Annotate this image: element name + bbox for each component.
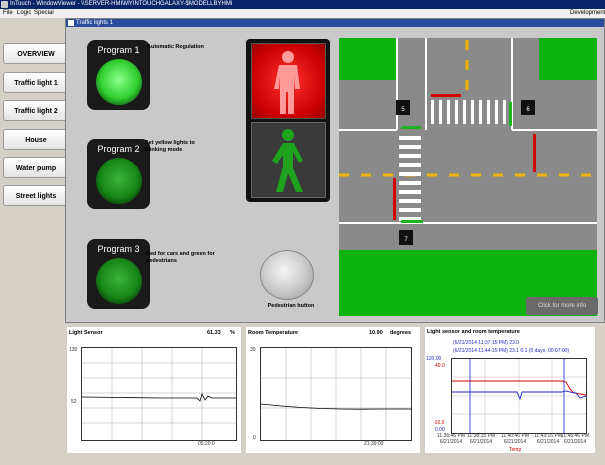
room-plot [260, 347, 412, 441]
combined-xtick-4: 11:43:15 PM 6/21/2014 [534, 433, 562, 445]
pedestrian-standing-icon [274, 51, 300, 114]
room-temperature-unit: degrees [390, 330, 412, 336]
light-series [81, 348, 236, 440]
nav-water-pump-button[interactable]: Water pump [3, 157, 69, 178]
title-bar: InTouch - WindowViewer - \\SERVER-HMI\MY… [0, 0, 605, 9]
combined-cursor-1: (6/21/2014 11:37:15 PM) 23.0 [453, 340, 520, 346]
panel-title: Traffic lights 1 [76, 20, 114, 26]
light-y-mid: 52 [71, 399, 77, 405]
combined-title: Light sensor and room temperature [427, 329, 520, 335]
program-2-lamp [96, 158, 142, 204]
light-sensor-unit: % [230, 330, 235, 336]
program-1-lamp [96, 59, 142, 105]
combined-chart: Light sensor and room temperature (6/21/… [425, 327, 595, 453]
intersection-map: 5 6 7 [339, 38, 597, 316]
combined-plot [451, 358, 587, 434]
room-x-time: 21:39:00 [364, 441, 384, 447]
combined-legend: Temp [509, 447, 522, 453]
room-temperature-value: 10.90 [369, 330, 383, 336]
program-2-button[interactable]: Program 2 [87, 139, 150, 209]
menu-special[interactable]: Special [34, 9, 54, 18]
pedestrian-green-light [251, 122, 326, 198]
nav-traffic-light-2-button[interactable]: Traffic light 2 [3, 100, 69, 121]
nav-traffic-light-1-button[interactable]: Traffic light 1 [3, 72, 69, 93]
menu-development[interactable]: Development [570, 9, 605, 18]
program-3-label: Program 3 [97, 244, 140, 254]
combined-xtick-2: 11:38:15 PM 6/21/2014 [467, 433, 495, 445]
pedestrian-red-light [251, 43, 326, 119]
pedestrian-button-label: Pedestrian button [267, 303, 315, 309]
combined-xtick-1: 11:36:46 PM 6/21/2014 [437, 433, 465, 445]
pedestrian-walking-icon [272, 129, 303, 192]
combined-y-bottom-red: -10.0 [433, 420, 445, 426]
combined-y-top-red: 40.0 [435, 363, 445, 369]
program-1-description: Automatic Regulation [147, 44, 204, 50]
light-sensor-value: 61.33 [207, 330, 221, 336]
program-2-description: Set yellow lights to blinking mode [145, 140, 195, 153]
app-icon [1, 1, 8, 8]
window-title: InTouch - WindowViewer - \\SERVER-HMI\MY… [10, 1, 233, 7]
light-y-top: 130 [69, 347, 78, 353]
menu-logic[interactable]: Logic [17, 9, 31, 18]
program-3-lamp [96, 258, 142, 304]
nav-street-lights-button[interactable]: Street lights [3, 185, 69, 206]
combined-series [452, 359, 587, 433]
program-3-description: Red for cars and green for pedestrians [146, 251, 215, 264]
panel-icon [68, 20, 74, 26]
room-series [260, 348, 411, 440]
nav-house-button[interactable]: House [3, 129, 69, 150]
light-plot [81, 347, 237, 441]
more-info-button[interactable]: Click for more info [526, 297, 598, 315]
combined-xtick-5: 11:46:46 PM 6/21/2014 [561, 433, 589, 445]
light-sensor-title: Light Sensor [69, 330, 103, 336]
intersection-drawing: 5 6 7 [339, 38, 597, 316]
nav-overview-button[interactable]: OVERVIEW [3, 43, 69, 64]
menu-file[interactable]: File [3, 9, 13, 18]
pedestrian-traffic-light [246, 39, 330, 202]
combined-cursor-2: (6/21/2014 11:44:15 PM) 23.1 0.1 (0 days… [453, 348, 570, 354]
panel-title-bar: Traffic lights 1 [66, 19, 604, 27]
program-2-label: Program 2 [97, 144, 140, 154]
program-3-button[interactable]: Program 3 [87, 239, 150, 309]
room-y-bottom: 0 [253, 435, 256, 441]
room-y-top: 30 [250, 347, 256, 353]
pedestrian-push-button[interactable] [260, 250, 314, 300]
combined-xtick-3: 11:40:46 PM 6/21/2014 [501, 433, 529, 445]
combined-y-top-blue: 120.00 [426, 356, 442, 362]
light-x-time: 05:20:0 [198, 441, 215, 447]
program-1-label: Program 1 [97, 45, 140, 55]
status-bar [0, 455, 605, 465]
navigation-sidebar: OVERVIEW Traffic light 1 Traffic light 2… [0, 18, 74, 323]
room-temperature-title: Room Temperature [248, 330, 299, 336]
light-sensor-chart: Light Sensor 61.33 % 130 52 05:20:0 [67, 327, 241, 453]
program-1-button[interactable]: Program 1 [87, 40, 150, 110]
room-temperature-chart: Room Temperature 10.90 degrees 30 0 21:3… [246, 327, 420, 453]
